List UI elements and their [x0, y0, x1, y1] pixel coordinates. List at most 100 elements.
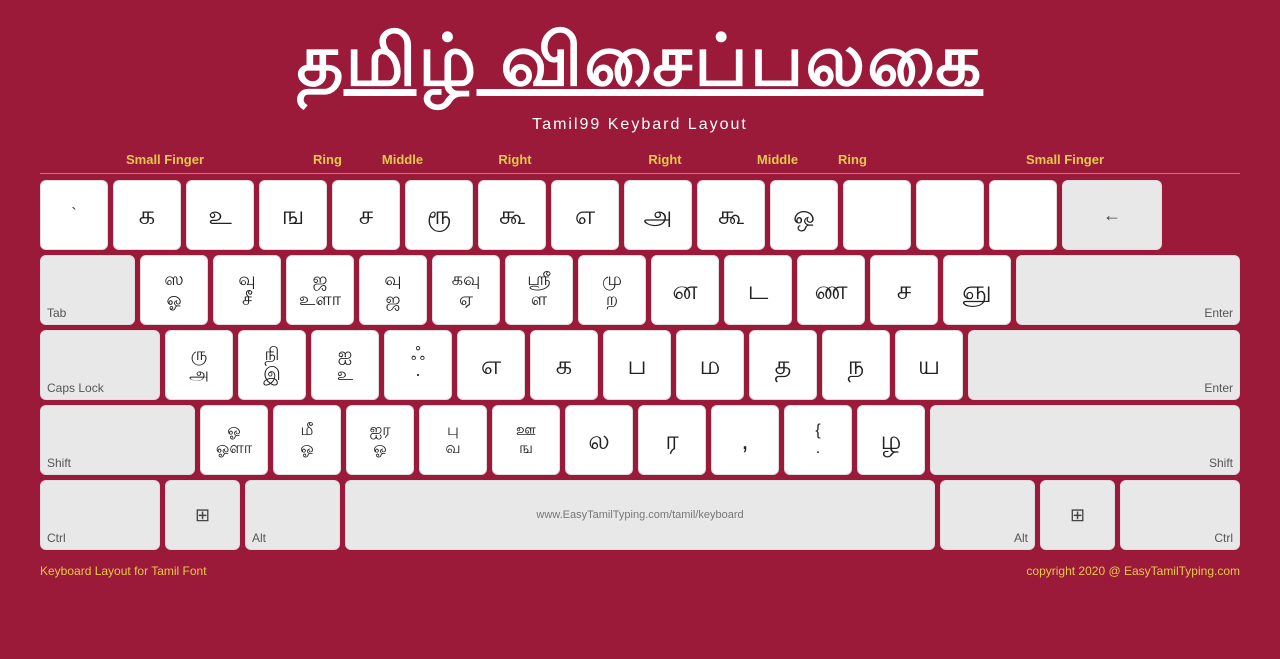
key-sa-char: ச [897, 276, 911, 305]
footer: Keyboard Layout for Tamil Font copyright… [40, 564, 1240, 578]
key-ta[interactable]: ட [724, 255, 792, 325]
key-a[interactable]: அ [624, 180, 692, 250]
key-k-char: க [139, 201, 156, 230]
key-zha[interactable]: ழ [857, 405, 925, 475]
key-alt-left[interactable]: Alt [245, 480, 340, 550]
key-ma[interactable]: ம [676, 330, 744, 400]
key-a-char: அ [644, 201, 673, 230]
key-cha[interactable]: ச [332, 180, 400, 250]
key-period-char: {. [815, 422, 820, 457]
key-sa[interactable]: ச [870, 255, 938, 325]
key-e[interactable]: எ [551, 180, 619, 250]
key-enter[interactable]: Enter [1016, 255, 1240, 325]
key-o-ola[interactable]: ஓஓளா [200, 405, 268, 475]
key-s-o[interactable]: ஸஓ [140, 255, 208, 325]
key-o[interactable]: ஒ [770, 180, 838, 250]
key-empty3[interactable] [989, 180, 1057, 250]
key-tab[interactable]: Tab [40, 255, 135, 325]
key-u[interactable]: உ [186, 180, 254, 250]
key-ja-ula[interactable]: ஜஉளா [286, 255, 354, 325]
key-na[interactable]: ன [651, 255, 719, 325]
key-kavu-e[interactable]: கவுஏ [432, 255, 500, 325]
key-zha-char: ழ [881, 426, 902, 455]
key-sri-la[interactable]: ஸ்ரீள [505, 255, 573, 325]
key-ja-ula-char: ஜஉளா [299, 270, 341, 310]
row-2: Tab ஸஓ வுசீ ஜஉளா வுஜ கவுஏ ஸ்ரீள முற [40, 255, 1240, 325]
key-ma-char: ம [700, 351, 721, 380]
key-vu-ji[interactable]: வுசீ [213, 255, 281, 325]
key-uu-ng[interactable]: ஊங [492, 405, 560, 475]
key-la-char: ல [588, 426, 610, 455]
key-koo[interactable]: கூ [478, 180, 546, 250]
key-air-o[interactable]: ஐரஓ [346, 405, 414, 475]
key-koo2[interactable]: கூ [697, 180, 765, 250]
key-shift-right[interactable]: Shift [930, 405, 1240, 475]
fl-middle-right: Middle [740, 152, 815, 167]
enter2-label: Enter [1204, 381, 1233, 395]
key-nga[interactable]: ங [259, 180, 327, 250]
key-koo2-char: கூ [718, 201, 744, 230]
enter-label: Enter [1204, 306, 1233, 320]
key-alt-right[interactable]: Alt [940, 480, 1035, 550]
key-tha[interactable]: த [749, 330, 817, 400]
key-period[interactable]: {. [784, 405, 852, 475]
finger-labels-row: Small Finger Ring Middle Right Right Mid… [40, 152, 1240, 174]
key-caps-lock[interactable]: Caps Lock [40, 330, 160, 400]
key-ye[interactable]: எ [457, 330, 525, 400]
fl-right-left: Right [440, 152, 590, 167]
key-tha-char: த [775, 351, 792, 380]
key-backtick[interactable]: ` [40, 180, 108, 250]
key-backspace[interactable]: ← [1062, 180, 1162, 250]
key-ka[interactable]: க [530, 330, 598, 400]
key-mi-o[interactable]: மீஓ [273, 405, 341, 475]
key-pa-char: ப [627, 351, 646, 380]
key-mi-o-char: மீஓ [300, 422, 313, 457]
key-aytham[interactable]: ஃ· [384, 330, 452, 400]
key-empty1[interactable] [843, 180, 911, 250]
key-space[interactable]: www.EasyTamilTyping.com/tamil/keyboard [345, 480, 935, 550]
key-pa[interactable]: ப [603, 330, 671, 400]
key-ctrl-left[interactable]: Ctrl [40, 480, 160, 550]
key-k[interactable]: க [113, 180, 181, 250]
key-ai-u[interactable]: ஐஉ [311, 330, 379, 400]
key-ctrl-right[interactable]: Ctrl [1120, 480, 1240, 550]
key-comma[interactable]: , [711, 405, 779, 475]
key-cha-char: ச [359, 201, 373, 230]
key-vu-ji-char: வுசீ [238, 270, 255, 310]
key-empty2[interactable] [916, 180, 984, 250]
key-ni-i[interactable]: நிஇ [238, 330, 306, 400]
backspace-icon: ← [1103, 205, 1121, 226]
key-ra[interactable]: ர [638, 405, 706, 475]
key-va-ji[interactable]: வுஜ [359, 255, 427, 325]
key-nyu-char: ஞு [962, 276, 992, 305]
key-win-right[interactable]: ⊞ [1040, 480, 1115, 550]
key-kavu-e-char: கவுஏ [452, 270, 481, 310]
alt-left-label: Alt [252, 531, 266, 545]
key-nha[interactable]: ந [822, 330, 890, 400]
key-ru-a[interactable]: ருஅ [165, 330, 233, 400]
fl-middle-left: Middle [365, 152, 440, 167]
key-mu-ra[interactable]: முற [578, 255, 646, 325]
key-mu-ra-char: முற [602, 270, 622, 310]
key-pu-va-char: புவ [445, 422, 460, 457]
key-ye-char: எ [481, 351, 501, 380]
key-pu-va[interactable]: புவ [419, 405, 487, 475]
key-nyu[interactable]: ஞு [943, 255, 1011, 325]
key-enter2[interactable]: Enter [968, 330, 1240, 400]
key-ya[interactable]: ய [895, 330, 963, 400]
keyboard-container: Small Finger Ring Middle Right Right Mid… [40, 152, 1240, 550]
key-nna[interactable]: ண [797, 255, 865, 325]
fl-right-right: Right [590, 152, 740, 167]
key-win-left[interactable]: ⊞ [165, 480, 240, 550]
key-ru-a-char: ருஅ [189, 345, 209, 385]
fl-ring-right: Ring [815, 152, 890, 167]
key-aytham-char: ஃ· [411, 345, 425, 385]
key-s-o-char: ஸஓ [164, 270, 183, 310]
key-va-ji-char: வுஜ [384, 270, 401, 310]
key-uu-ng-char: ஊங [516, 422, 536, 457]
key-ruu[interactable]: ரூ [405, 180, 473, 250]
key-nha-char: ந [848, 351, 865, 380]
key-shift-left[interactable]: Shift [40, 405, 195, 475]
keyboard-rows: ` க உ ங ச ரூ கூ எ அ [40, 180, 1240, 550]
key-la[interactable]: ல [565, 405, 633, 475]
